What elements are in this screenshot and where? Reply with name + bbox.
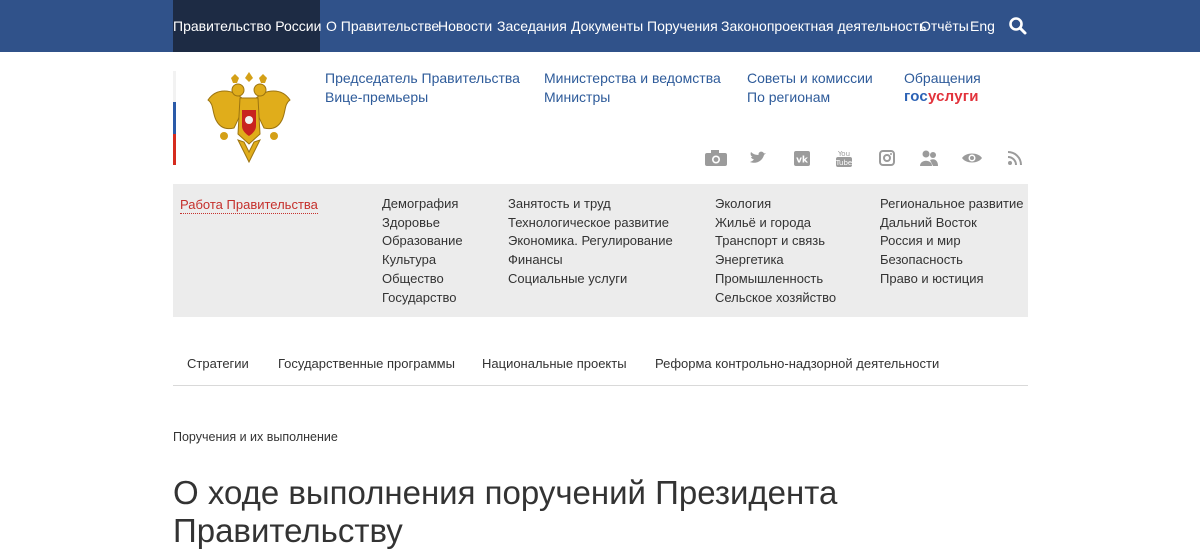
subnav-strategies[interactable]: Стратегии	[187, 355, 249, 373]
topic-link[interactable]: Транспорт и связь	[715, 232, 836, 251]
link-vice-premiers[interactable]: Вице-премьеры	[325, 88, 428, 106]
topnav-english[interactable]: Eng	[970, 0, 995, 52]
topics-column-3: Экология Жильё и города Транспорт и связ…	[715, 195, 836, 307]
topic-link[interactable]: Образование	[382, 232, 463, 251]
subnav-state-programs[interactable]: Государственные программы	[278, 355, 455, 373]
topic-link[interactable]: Дальний Восток	[880, 214, 1023, 233]
link-chairman[interactable]: Председатель Правительства	[325, 69, 520, 87]
gosuslugi-part-gos: гос	[904, 88, 928, 105]
camera-icon[interactable]	[704, 148, 728, 168]
link-councils[interactable]: Советы и комиссии	[747, 69, 873, 87]
topnav-meetings[interactable]: Заседания	[497, 0, 567, 52]
topic-link[interactable]: Право и юстиция	[880, 270, 1023, 289]
topic-link[interactable]: Здоровье	[382, 214, 463, 233]
topic-link[interactable]: Экономика. Регулирование	[508, 232, 673, 251]
flag-stripe-white	[173, 71, 176, 102]
flag-stripe-blue	[173, 102, 176, 134]
gosuslugi-link[interactable]: госуслуги	[904, 88, 979, 105]
breadcrumb[interactable]: Поручения и их выполнение	[173, 430, 338, 444]
link-ministers[interactable]: Министры	[544, 88, 610, 106]
topic-link[interactable]: Культура	[382, 251, 463, 270]
topnav-legislation[interactable]: Законопроектная деятельность	[721, 0, 926, 52]
government-work-link[interactable]: Работа Правительства	[180, 197, 318, 214]
page-title-line-1: О ходе выполнения поручений Президента	[173, 474, 838, 511]
coat-of-arms-logo[interactable]	[204, 70, 294, 166]
topics-column-1: Демография Здоровье Образование Культура…	[382, 195, 463, 307]
page-title-line-2: Правительству	[173, 512, 403, 549]
topnav-reports[interactable]: Отчёты	[920, 0, 969, 52]
people-icon[interactable]	[917, 148, 941, 168]
flag-stripe-red	[173, 134, 176, 165]
rss-icon[interactable]	[1003, 148, 1027, 168]
topnav-about[interactable]: О Правительстве	[326, 0, 439, 52]
topnav-news[interactable]: Новости	[438, 0, 492, 52]
subnav-divider	[173, 385, 1028, 386]
instagram-icon[interactable]	[875, 148, 899, 168]
topic-link[interactable]: Социальные услуги	[508, 270, 673, 289]
svg-text:You: You	[837, 150, 850, 158]
subnav-control-reform[interactable]: Реформа контрольно-надзорной деятельност…	[655, 355, 939, 373]
link-ministries[interactable]: Министерства и ведомства	[544, 69, 721, 87]
topic-link[interactable]: Промышленность	[715, 270, 836, 289]
topic-link[interactable]: Россия и мир	[880, 232, 1023, 251]
svg-text:Tube: Tube	[835, 159, 852, 167]
search-icon[interactable]	[1008, 16, 1028, 36]
gosuslugi-part-uslugi: услуги	[927, 88, 979, 105]
brand-link[interactable]: Правительство России	[173, 0, 321, 52]
topic-link[interactable]: Региональное развитие	[880, 195, 1023, 214]
topnav-instructions[interactable]: Поручения	[647, 0, 718, 52]
topics-column-4: Региональное развитие Дальний Восток Рос…	[880, 195, 1023, 289]
twitter-icon[interactable]	[746, 148, 770, 168]
youtube-icon[interactable]: You Tube	[832, 148, 856, 168]
topic-link[interactable]: Занятость и труд	[508, 195, 673, 214]
eye-icon[interactable]	[960, 148, 984, 168]
topics-column-2: Занятость и труд Технологическое развити…	[508, 195, 673, 289]
page-title: О ходе выполнения поручений Президента П…	[173, 474, 1028, 550]
link-regions[interactable]: По регионам	[747, 88, 830, 106]
topic-link[interactable]: Общество	[382, 270, 463, 289]
svg-text:vk: vk	[796, 156, 809, 166]
topnav-documents[interactable]: Документы	[571, 0, 643, 52]
vk-icon[interactable]: vk	[790, 148, 814, 168]
topic-link[interactable]: Безопасность	[880, 251, 1023, 270]
topic-link[interactable]: Жильё и города	[715, 214, 836, 233]
topic-link[interactable]: Экология	[715, 195, 836, 214]
topic-link[interactable]: Энергетика	[715, 251, 836, 270]
topic-link[interactable]: Финансы	[508, 251, 673, 270]
topic-link[interactable]: Государство	[382, 289, 463, 308]
topic-link[interactable]: Демография	[382, 195, 463, 214]
link-appeals[interactable]: Обращения	[904, 69, 981, 87]
topic-link[interactable]: Сельское хозяйство	[715, 289, 836, 308]
subnav-national-projects[interactable]: Национальные проекты	[482, 355, 627, 373]
topic-link[interactable]: Технологическое развитие	[508, 214, 673, 233]
